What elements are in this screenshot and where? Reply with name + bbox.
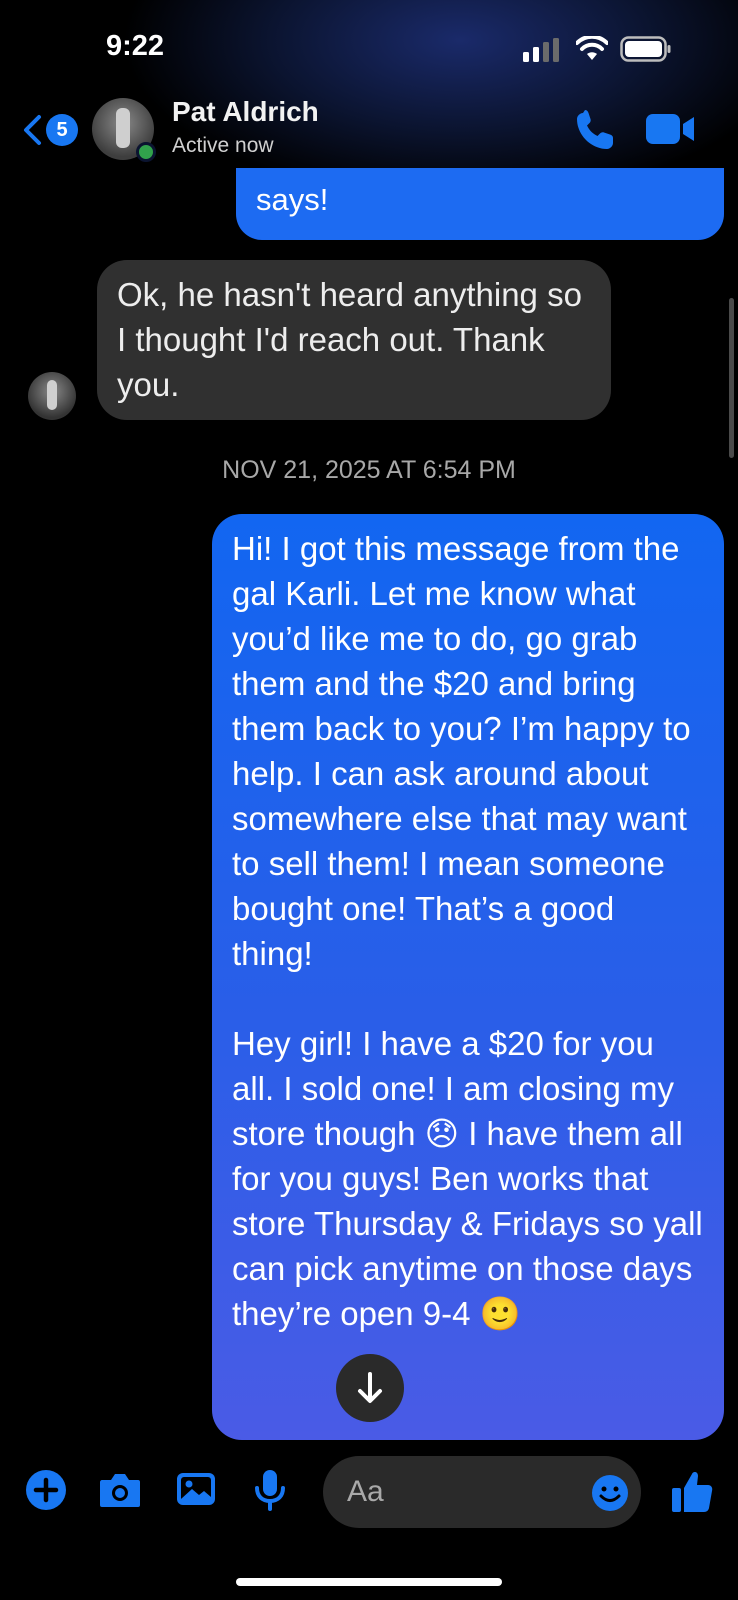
chevron-left-icon bbox=[24, 115, 41, 145]
home-indicator[interactable] bbox=[236, 1578, 502, 1586]
arrow-down-icon bbox=[358, 1372, 382, 1403]
video-call-icon[interactable] bbox=[646, 112, 696, 146]
plus-circle-icon[interactable] bbox=[24, 1468, 68, 1512]
message-text: Ok, he hasn't heard anything so I though… bbox=[117, 276, 582, 403]
phone-call-icon[interactable] bbox=[574, 108, 616, 150]
status-bar: 9:22 bbox=[0, 0, 738, 90]
message-text: says! bbox=[256, 182, 329, 217]
avatar-figure bbox=[116, 108, 130, 148]
thumbs-up-icon[interactable] bbox=[670, 1468, 714, 1514]
emoji-icon[interactable] bbox=[591, 1474, 629, 1512]
message-timestamp: NOV 21, 2025 AT 6:54 PM bbox=[222, 456, 516, 484]
photo-gallery-icon[interactable] bbox=[174, 1468, 218, 1512]
contact-name[interactable]: Pat Aldrich bbox=[172, 96, 319, 128]
sender-avatar[interactable] bbox=[28, 372, 76, 420]
scroll-to-bottom-button[interactable] bbox=[336, 1354, 404, 1422]
microphone-icon[interactable] bbox=[248, 1468, 292, 1512]
contact-status: Active now bbox=[172, 134, 274, 157]
battery-icon bbox=[620, 36, 671, 62]
chat-header: 9:22 5 Pat Aldrich Active now bbox=[0, 0, 738, 168]
message-input[interactable] bbox=[347, 1474, 547, 1510]
unread-count-badge: 5 bbox=[46, 114, 78, 146]
message-text: Hi! I got this message from the gal Karl… bbox=[232, 530, 703, 1332]
scrollbar[interactable] bbox=[729, 298, 734, 458]
cellular-signal-icon bbox=[523, 38, 559, 62]
back-button[interactable]: 5 bbox=[22, 110, 78, 150]
outgoing-message-bubble[interactable]: Hi! I got this message from the gal Karl… bbox=[212, 514, 724, 1440]
status-time: 9:22 bbox=[106, 30, 165, 62]
message-input-container[interactable] bbox=[323, 1456, 641, 1528]
avatar-figure bbox=[47, 380, 57, 410]
incoming-message-bubble[interactable]: Ok, he hasn't heard anything so I though… bbox=[97, 260, 611, 420]
camera-icon[interactable] bbox=[98, 1468, 142, 1512]
wifi-icon bbox=[576, 36, 608, 60]
online-status-dot bbox=[136, 142, 156, 162]
